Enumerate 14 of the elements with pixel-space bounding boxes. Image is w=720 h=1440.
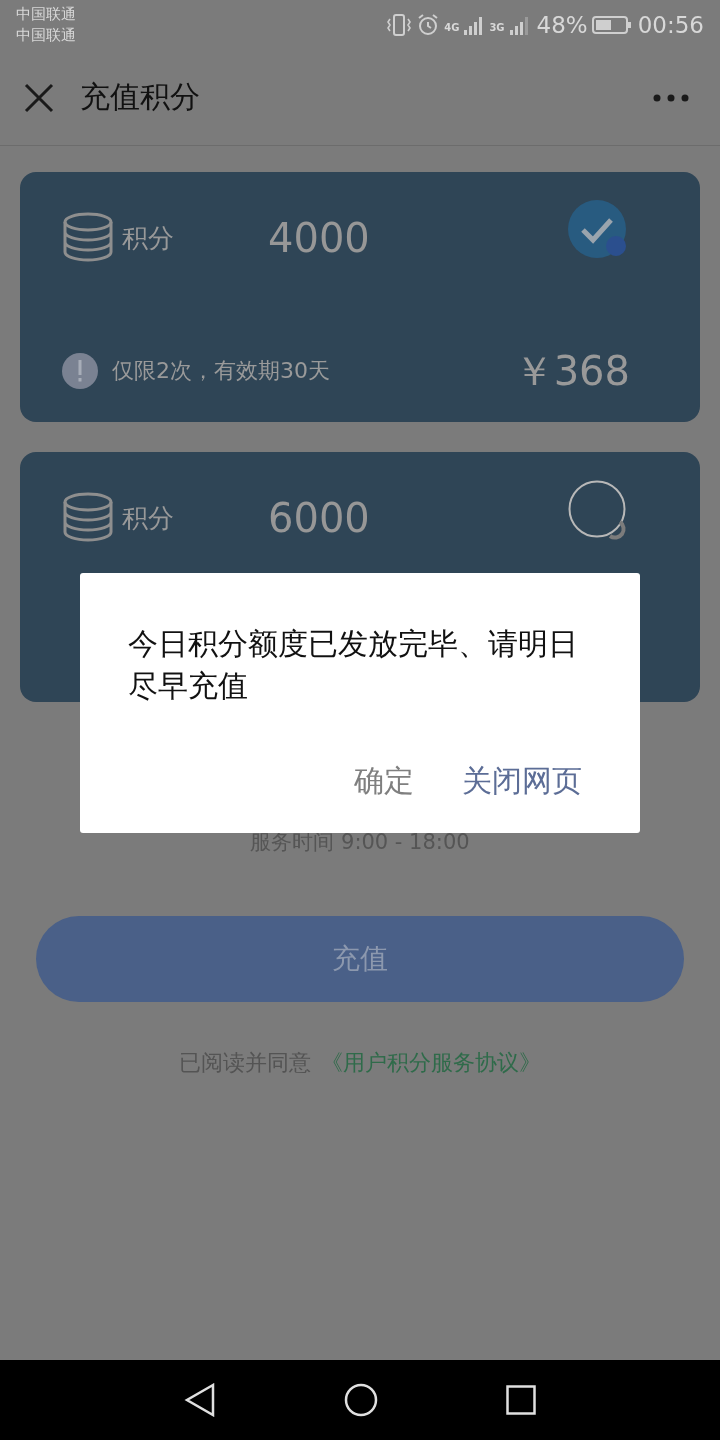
clock: 00:56 bbox=[637, 12, 704, 38]
carrier-name: 中国联通 bbox=[16, 4, 76, 25]
points-amount: 6000 bbox=[268, 495, 371, 541]
carrier-name: 中国联通 bbox=[16, 25, 76, 46]
package-price: ￥368 bbox=[513, 346, 630, 396]
points-label: 积分 bbox=[122, 501, 174, 535]
page-title: 充值积分 bbox=[80, 78, 201, 116]
points-label: 积分 bbox=[122, 221, 174, 255]
network-type: 3G bbox=[489, 22, 505, 33]
battery-percent: 48% bbox=[536, 12, 588, 38]
points-amount: 4000 bbox=[268, 215, 371, 261]
dialog-message: 今日积分额度已发放完毕、请明日尽早充值 bbox=[128, 625, 579, 705]
package-note: 仅限2次，有效期30天 bbox=[112, 357, 331, 385]
network-type: 4G bbox=[444, 22, 460, 33]
